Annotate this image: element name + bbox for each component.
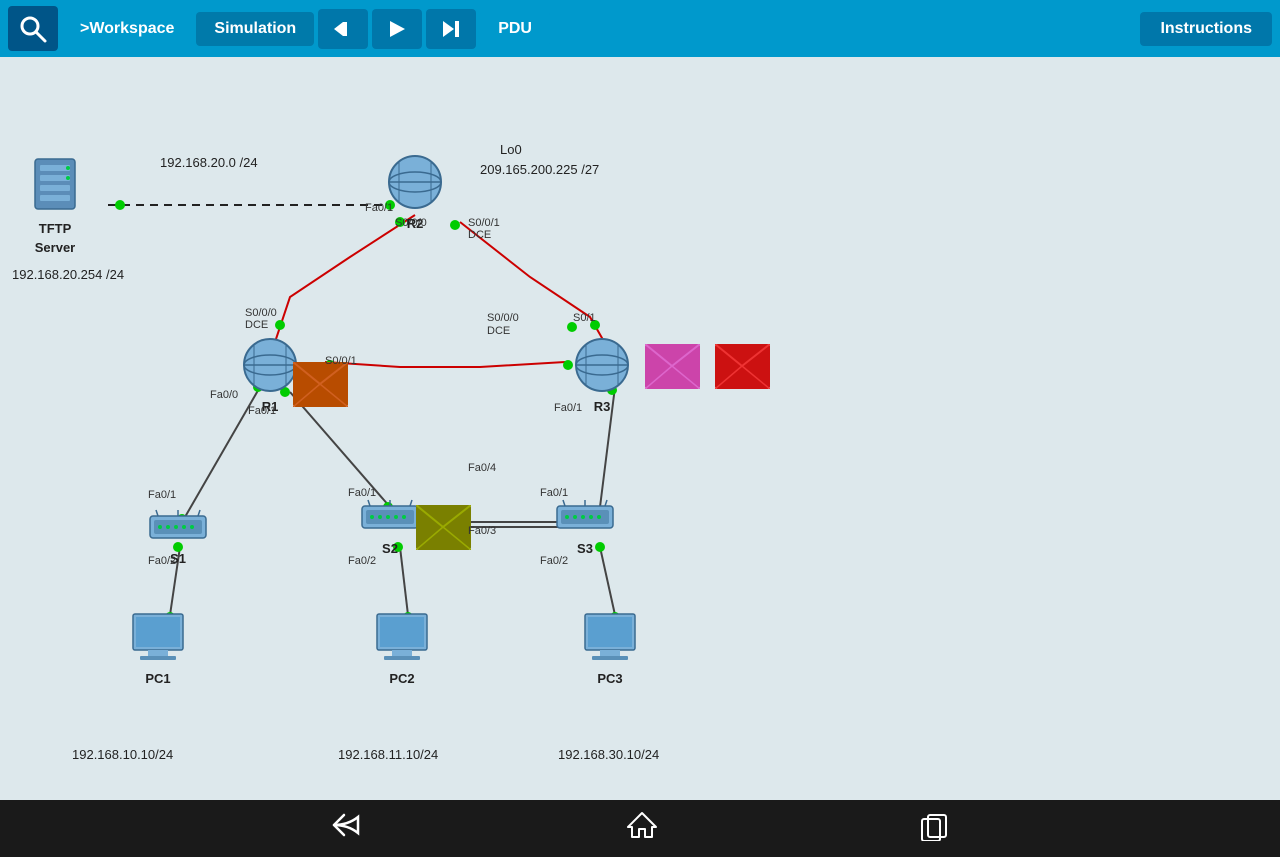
- tftp-server[interactable]: TFTP Server: [30, 157, 80, 255]
- port-r2-s001: S0/0/1: [468, 217, 500, 229]
- router-r1[interactable]: R1: [240, 335, 300, 414]
- network-label-r2: 192.168.20.0 /24: [160, 155, 258, 170]
- recent-apps-button[interactable]: [918, 809, 950, 848]
- pc3-label: PC3: [597, 671, 622, 686]
- port-r1-fa00: Fa0/0: [210, 389, 238, 401]
- instructions-button[interactable]: Instructions: [1140, 12, 1272, 46]
- tftp-sublabel: Server: [35, 240, 75, 255]
- pdu-button[interactable]: PDU: [480, 12, 550, 46]
- port-r2-fa01: Fa0/1: [365, 202, 393, 214]
- port-s2-fa03: Fa0/3: [468, 525, 496, 537]
- home-button[interactable]: [626, 809, 658, 848]
- pc2-label: PC2: [389, 671, 414, 686]
- pc3-ip: 192.168.30.10/24: [558, 747, 659, 762]
- lo0-ip-label: 209.165.200.225 /27: [480, 162, 599, 177]
- port-r3-fa01: Fa0/1: [554, 402, 582, 414]
- pc1-ip: 192.168.10.10/24: [72, 747, 173, 762]
- logo-button[interactable]: [8, 6, 58, 51]
- port-r1-s001: S0/0/1: [325, 355, 357, 367]
- port-s1-fa02: Fa0/2: [148, 555, 176, 567]
- port-s1-fa01: Fa0/1: [148, 489, 176, 501]
- switch-s3[interactable]: S3: [555, 497, 615, 556]
- switch-s2[interactable]: S2: [360, 497, 420, 556]
- pc3[interactable]: PC3: [580, 612, 640, 686]
- port-r1-dce: DCE: [245, 319, 268, 331]
- pc1-label: PC1: [145, 671, 170, 686]
- back-button[interactable]: [330, 811, 366, 846]
- s3-label: S3: [577, 541, 593, 556]
- pdu2[interactable]: [715, 344, 770, 389]
- pdu1[interactable]: [293, 362, 348, 407]
- tftp-label: TFTP: [39, 221, 72, 236]
- port-s3-fa02: Fa0/2: [540, 555, 568, 567]
- port-r2-dce: DCE: [468, 229, 491, 241]
- port-r3-dce: DCE: [487, 325, 510, 337]
- toolbar: >Workspace Simulation PDU Instructions: [0, 0, 1280, 57]
- port-r1-fa01: Fa0/1: [248, 405, 276, 417]
- pc2-ip: 192.168.11.10/24: [338, 747, 438, 762]
- r3-label: R3: [594, 399, 611, 414]
- port-r1-s000: S0/0/0: [245, 307, 277, 319]
- step-button[interactable]: [426, 9, 476, 49]
- bottom-nav: [0, 800, 1280, 857]
- port-r2-s000: S0/0/0: [395, 217, 427, 229]
- port-s2-fa01: Fa0/1: [348, 487, 376, 499]
- pdu4[interactable]: [416, 505, 471, 550]
- pc1[interactable]: PC1: [128, 612, 188, 686]
- s2-label: S2: [382, 541, 398, 556]
- rewind-button[interactable]: [318, 9, 368, 49]
- network-canvas: 192.168.20.0 /24 Lo0 209.165.200.225 /27…: [0, 57, 1280, 800]
- port-s3-fa01: Fa0/1: [540, 487, 568, 499]
- simulation-button[interactable]: Simulation: [196, 12, 314, 46]
- workspace-button[interactable]: >Workspace: [62, 12, 192, 46]
- port-r3-s000: S0/0/0: [487, 312, 519, 324]
- tftp-ip: 192.168.20.254 /24: [12, 267, 124, 282]
- pdu3[interactable]: [645, 344, 700, 389]
- port-r3-s001: S0/1: [573, 312, 596, 324]
- lo0-label: Lo0: [500, 142, 522, 157]
- pc2[interactable]: PC2: [372, 612, 432, 686]
- port-s2-fa04: Fa0/4: [468, 462, 496, 474]
- port-s2-fa02: Fa0/2: [348, 555, 376, 567]
- play-button[interactable]: [372, 9, 422, 49]
